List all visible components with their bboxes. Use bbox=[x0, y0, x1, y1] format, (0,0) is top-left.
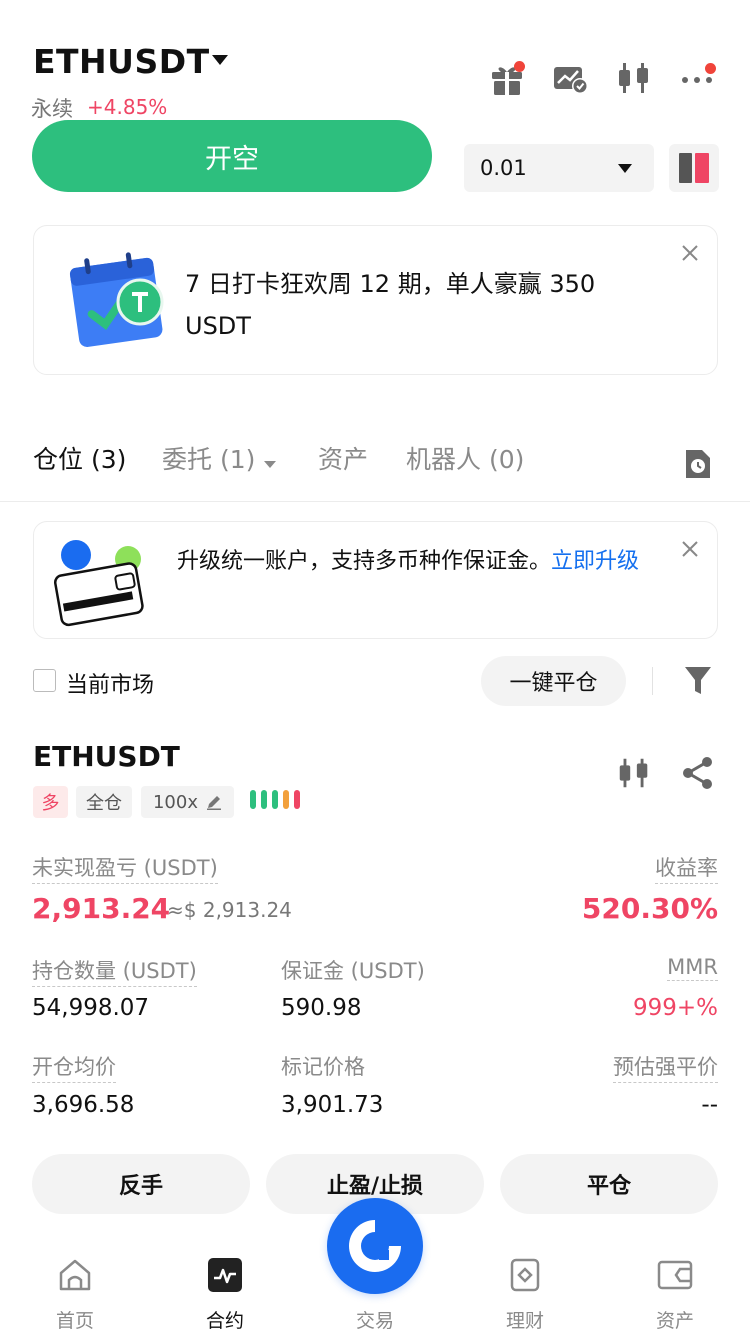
reverse-button[interactable]: 反手 bbox=[32, 1154, 250, 1214]
liq-price-value: -- bbox=[701, 1092, 718, 1118]
nav-trade-label: 交易 bbox=[355, 1310, 394, 1332]
symbol-title[interactable]: ETHUSDT bbox=[33, 42, 210, 81]
tab-bots[interactable]: 机器人 (0) bbox=[406, 440, 524, 476]
roe-value: 520.30% bbox=[581, 892, 718, 925]
contract-type: 永续 bbox=[31, 97, 73, 121]
promo-text: 7 日打卡狂欢周 12 期，单人豪赢 350 USDT bbox=[185, 270, 596, 340]
mark-price-label: 标记价格 bbox=[281, 1055, 365, 1079]
unrealized-pnl-value: 2,913.24 bbox=[32, 892, 171, 925]
promo-banner[interactable]: 7 日打卡狂欢周 12 期，单人豪赢 350 USDT bbox=[33, 225, 718, 375]
nav-futures[interactable]: 合约 bbox=[150, 1240, 300, 1334]
current-market-label[interactable]: 当前市场 bbox=[66, 667, 154, 699]
size-label[interactable]: 持仓数量 (USDT) bbox=[32, 955, 197, 987]
mmr-value: 999+% bbox=[632, 995, 718, 1021]
quantity-select[interactable]: 0.01 bbox=[464, 144, 654, 192]
history-icon[interactable] bbox=[683, 448, 713, 480]
leverage-value: 100x bbox=[152, 791, 198, 813]
upgrade-text: 升级统一账户，支持多币种作保证金。立即升级 bbox=[177, 549, 640, 574]
candlestick-icon[interactable] bbox=[614, 58, 654, 98]
close-icon[interactable] bbox=[679, 242, 701, 264]
current-market-checkbox[interactable] bbox=[33, 669, 56, 692]
close-all-button[interactable]: 一键平仓 bbox=[481, 656, 626, 706]
margin-mode-badge: 全仓 bbox=[76, 786, 132, 818]
upgrade-link[interactable]: 立即升级 bbox=[551, 549, 639, 574]
layout-toggle-button[interactable] bbox=[669, 144, 719, 192]
unrealized-pnl-label[interactable]: 未实现盈亏 (USDT) bbox=[32, 852, 218, 884]
size-value: 54,998.07 bbox=[32, 995, 150, 1021]
liq-price-label[interactable]: 预估强平价 bbox=[613, 1051, 718, 1083]
nav-earn-label: 理财 bbox=[505, 1310, 544, 1332]
candlestick-icon[interactable] bbox=[615, 754, 653, 792]
calendar-check-icon bbox=[69, 252, 164, 347]
nav-futures-label: 合约 bbox=[205, 1310, 244, 1332]
margin-value: 590.98 bbox=[281, 995, 362, 1021]
margin-label: 保证金 (USDT) bbox=[281, 959, 425, 983]
home-icon bbox=[59, 1259, 91, 1291]
chart-check-icon[interactable] bbox=[550, 58, 590, 98]
entry-price-value: 3,696.58 bbox=[32, 1092, 135, 1118]
more-icon[interactable] bbox=[678, 58, 718, 98]
nav-home[interactable]: 首页 bbox=[0, 1240, 150, 1334]
roe-label[interactable]: 收益率 bbox=[655, 852, 718, 884]
tabs-divider bbox=[0, 501, 750, 502]
nav-home-label: 首页 bbox=[55, 1310, 94, 1332]
edit-icon bbox=[207, 796, 221, 810]
filter-icon[interactable] bbox=[683, 664, 713, 696]
price-change: +4.85% bbox=[87, 95, 168, 119]
close-icon[interactable] bbox=[679, 538, 701, 560]
entry-price-label[interactable]: 开仓均价 bbox=[32, 1051, 116, 1083]
wallet-icon bbox=[657, 1260, 693, 1290]
close-position-button[interactable]: 平仓 bbox=[500, 1154, 718, 1214]
side-badge: 多 bbox=[33, 786, 68, 818]
quantity-value: 0.01 bbox=[480, 156, 527, 180]
nav-earn[interactable]: 理财 bbox=[450, 1240, 600, 1334]
trade-icon bbox=[349, 1220, 401, 1272]
mark-price-value: 3,901.73 bbox=[281, 1092, 384, 1118]
chevron-down-icon[interactable] bbox=[264, 461, 276, 468]
divider bbox=[652, 667, 653, 695]
mmr-label[interactable]: MMR bbox=[667, 955, 718, 981]
upgrade-banner[interactable]: 升级统一账户，支持多币种作保证金。立即升级 bbox=[33, 521, 718, 639]
open-short-button[interactable]: 开空 bbox=[32, 120, 432, 192]
futures-icon bbox=[208, 1258, 242, 1292]
tab-positions[interactable]: 仓位 (3) bbox=[33, 440, 126, 476]
earn-icon bbox=[510, 1258, 540, 1292]
tab-orders[interactable]: 委托 (1) bbox=[162, 440, 255, 476]
chevron-down-icon bbox=[618, 164, 632, 173]
leverage-badge[interactable]: 100x bbox=[141, 786, 234, 818]
wallet-coins-icon bbox=[53, 540, 144, 627]
nav-assets[interactable]: 资产 bbox=[600, 1240, 750, 1334]
gift-icon[interactable] bbox=[487, 58, 527, 98]
trade-fab-button[interactable] bbox=[327, 1198, 423, 1294]
nav-assets-label: 资产 bbox=[655, 1310, 694, 1332]
unrealized-pnl-usd: ≈$ 2,913.24 bbox=[167, 898, 292, 922]
tab-assets[interactable]: 资产 bbox=[318, 440, 368, 476]
share-icon[interactable] bbox=[680, 755, 716, 791]
symbol-caret-icon[interactable] bbox=[212, 55, 228, 65]
position-symbol[interactable]: ETHUSDT bbox=[33, 740, 180, 773]
